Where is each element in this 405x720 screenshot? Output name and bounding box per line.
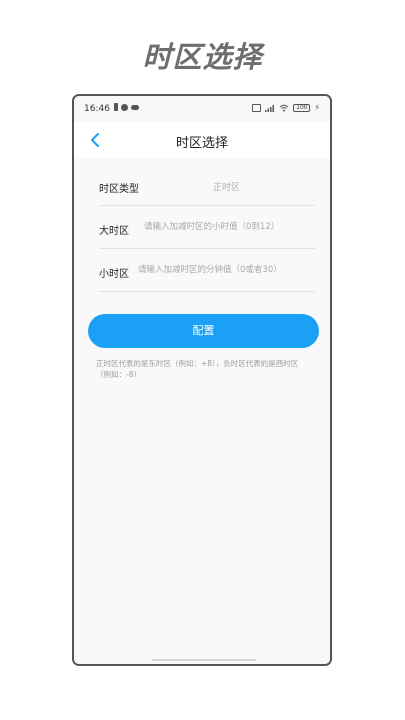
hour-offset-input[interactable]	[144, 219, 314, 235]
hint-text: 正时区代表的是东时区（例如：+8），负时区代表的是西时区（例如：-8）	[96, 359, 299, 379]
wifi-icon	[280, 104, 289, 111]
cloud-icon	[131, 104, 139, 110]
phone-frame: 16:46 100 ⚡ 时区选择 时区类型 正时区 大时区 请输入加减时区的小时…	[72, 94, 332, 666]
vibrate-icon	[252, 103, 262, 112]
promo-title: 时区选择	[142, 40, 263, 74]
status-bar: 16:46 100 ⚡	[74, 96, 330, 122]
status-system-icons: 100 ⚡	[252, 103, 320, 112]
signal-icon	[265, 104, 275, 112]
home-indicator	[152, 659, 256, 661]
minute-offset-input[interactable]	[138, 262, 315, 278]
timezone-type-label: 时区类型	[99, 184, 139, 195]
page-title: 时区选择	[175, 136, 228, 151]
navigation-bar: 时区选择	[74, 122, 330, 158]
app-notification-icon	[121, 103, 128, 111]
minute-offset-row: 小时区	[99, 250, 315, 292]
minute-offset-label: 小时区	[99, 269, 129, 280]
status-notification-icons	[114, 103, 139, 111]
config-button[interactable]: 配置	[88, 314, 319, 348]
hour-offset-row: 大时区	[99, 207, 315, 249]
hour-offset-label: 大时区	[99, 226, 129, 237]
charging-icon: ⚡	[314, 103, 320, 112]
usb-icon	[114, 103, 118, 111]
timezone-type-row[interactable]: 时区类型 正时区	[99, 166, 315, 206]
timezone-type-value[interactable]: 正时区	[213, 180, 240, 193]
battery-icon: 100	[293, 103, 311, 112]
content-area: 时区类型 正时区 大时区 小时区 配置 正时区代表的是东时区（例如：+8），负时…	[74, 158, 330, 664]
status-time: 16:46	[84, 104, 110, 114]
